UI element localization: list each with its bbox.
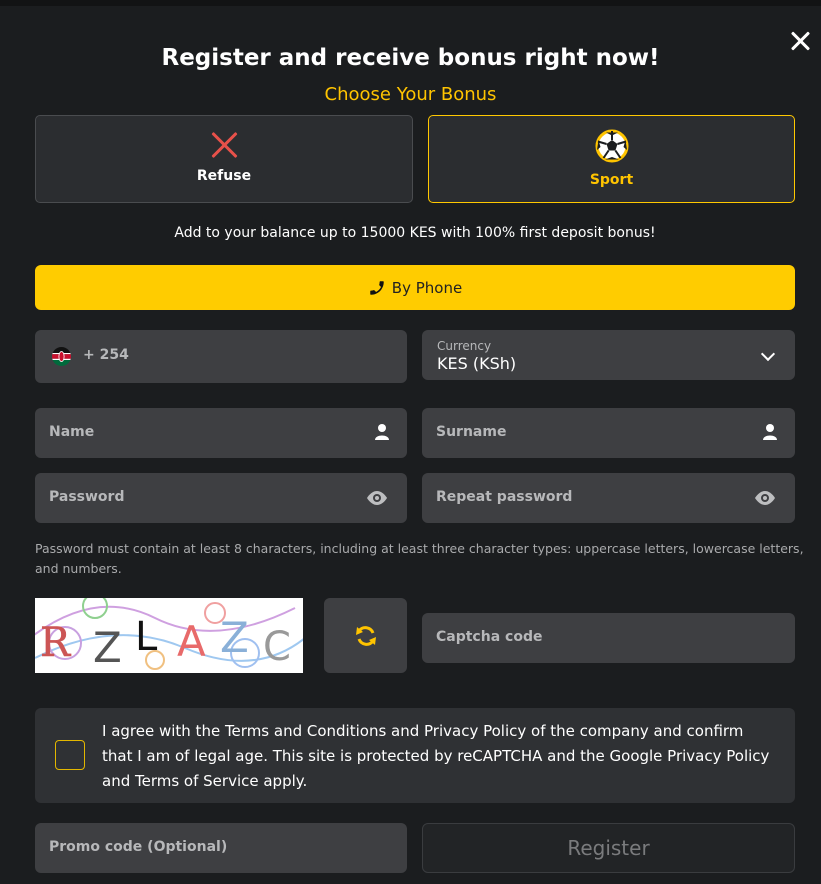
eye-icon[interactable] (365, 490, 389, 506)
chevron-down-icon (760, 346, 776, 362)
password-placeholder: Password (49, 489, 125, 505)
repeat-password-placeholder: Repeat password (436, 489, 573, 505)
bonus-description: Add to your balance up to 15000 KES with… (174, 225, 656, 241)
tab-by-phone[interactable]: By Phone (35, 265, 795, 310)
captcha-refresh-button[interactable] (324, 598, 407, 673)
promo-code-input[interactable]: Promo code (Optional) (35, 823, 407, 873)
bonus-option-label: Refuse (196, 168, 252, 184)
user-icon (763, 424, 777, 440)
terms-text: I agree with the Terms and Conditions an… (102, 722, 770, 790)
captcha-placeholder: Captcha code (436, 629, 543, 645)
password-hint: Password must contain at least 8 charact… (35, 541, 804, 576)
captcha-char: C (263, 624, 291, 670)
eye-icon[interactable] (753, 490, 777, 506)
currency-select[interactable]: Currency KES (KSh) (422, 330, 795, 380)
bonus-option-sport[interactable]: Sport (428, 115, 795, 203)
captcha-char: R (40, 620, 72, 666)
terms-checkbox[interactable] (55, 740, 85, 770)
phone-country-code: + 254 (83, 347, 129, 363)
promo-placeholder: Promo code (Optional) (49, 839, 228, 855)
captcha-char: Z (220, 613, 249, 662)
repeat-password-field[interactable]: Repeat password (422, 473, 795, 523)
surname-placeholder: Surname (436, 424, 507, 440)
captcha-char: A (177, 617, 206, 666)
terms-agreement: I agree with the Terms and Conditions an… (35, 708, 795, 803)
currency-value: KES (KSh) (437, 354, 517, 373)
tab-label: By Phone (391, 278, 463, 297)
refresh-icon (356, 626, 376, 646)
captcha-char: Z (93, 623, 122, 672)
captcha-char: L (135, 614, 158, 660)
captcha-input[interactable]: Captcha code (422, 613, 795, 663)
password-field[interactable]: Password (35, 473, 407, 523)
bonus-subtitle: Choose Your Bonus (324, 84, 497, 105)
phone-input[interactable]: + 254 (35, 330, 407, 383)
x-icon (210, 130, 240, 160)
page-title: Register and receive bonus right now! (161, 45, 660, 71)
phone-icon (370, 280, 384, 295)
top-edge (0, 0, 821, 6)
soccer-ball-icon (595, 129, 629, 163)
name-field[interactable]: Name (35, 408, 407, 458)
bonus-option-label: Sport (589, 172, 634, 188)
register-button[interactable]: Register (422, 823, 795, 873)
kenya-flag-icon (52, 347, 71, 366)
captcha-image: R Z L A Z C (35, 598, 303, 673)
user-icon (375, 424, 389, 440)
surname-field[interactable]: Surname (422, 408, 795, 458)
bonus-option-refuse[interactable]: Refuse (35, 115, 413, 203)
currency-label: Currency (437, 339, 492, 353)
name-placeholder: Name (49, 424, 95, 440)
